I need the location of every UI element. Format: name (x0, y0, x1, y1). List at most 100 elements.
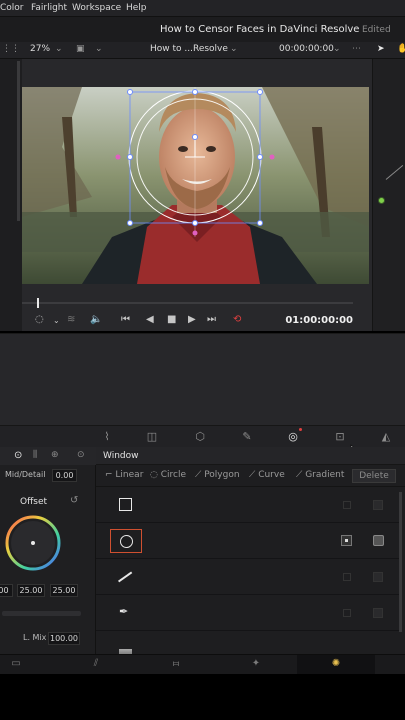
curve-button[interactable]: ⟋ Curve (249, 470, 285, 480)
circle-invert-toggle[interactable] (341, 535, 352, 546)
primaries-bars-icon[interactable]: ⫼ (33, 450, 37, 460)
clip-chevron-icon[interactable]: ⌄ (230, 44, 238, 54)
fusion-page-icon[interactable]: ✦ (248, 658, 264, 672)
offset-master-slider[interactable] (2, 611, 81, 616)
viewer-mode-icon[interactable]: ▣ (76, 44, 85, 54)
hand-tool-icon[interactable]: ✋ (397, 44, 405, 54)
circle-window-button[interactable] (110, 529, 142, 553)
circle-icon (120, 535, 133, 548)
timecode-chevron-icon[interactable]: ⌄ (333, 44, 341, 54)
pen-invert-toggle[interactable] (343, 609, 351, 617)
polygon-button[interactable]: ⟋ Polygon (195, 470, 240, 480)
node-output-dot[interactable] (378, 197, 385, 204)
line-mask-toggle[interactable] (373, 572, 383, 582)
window-row-gradient[interactable] (96, 631, 399, 657)
color-page-icon: ✺ (331, 658, 341, 669)
layers-icon[interactable]: ≋ (67, 314, 75, 325)
reset-wheel-icon[interactable]: ↺ (70, 495, 78, 506)
lum-mix-label: L. Mix (23, 633, 47, 642)
window-types-toolbar: ⌐ Linear ◌ Circle ⟋ Polygon ⟋ Curve ⟋ Gr… (96, 465, 405, 487)
circle-button[interactable]: ◌ Circle (150, 470, 186, 480)
curve-icon: ⟋ (249, 470, 256, 480)
transport-controls: ◌ ⌄ ≋ 🔈 ⏮ ◀ ■ ▶ ⏭ ⟲ 01:00:00:00 (22, 312, 369, 332)
mid-detail-field[interactable]: 0.00 (52, 469, 77, 482)
scrub-track[interactable] (22, 302, 353, 304)
window-invert-toggle[interactable] (343, 501, 351, 509)
window-row-circle[interactable] (96, 523, 399, 559)
playhead[interactable] (37, 298, 39, 308)
log-wheels-icon[interactable]: ⊕ (51, 450, 59, 460)
node-link-line (385, 164, 404, 180)
menu-help[interactable]: Help (126, 3, 147, 13)
offset-color-wheel[interactable] (5, 515, 61, 571)
skip-start-icon[interactable]: ⏮ (121, 314, 130, 325)
window-row-pen[interactable]: ✒ (96, 595, 399, 631)
clip-name[interactable]: How to ...Resolve (150, 44, 228, 54)
edit-page-icon[interactable]: ⧦ (168, 658, 184, 672)
empty-panel-area (0, 333, 405, 425)
viewer-options-icon[interactable]: ◌ (35, 314, 44, 325)
line-window-button[interactable] (110, 565, 142, 589)
primaries-wheels-icon[interactable]: ⊙ (14, 450, 22, 461)
window-mask-toggle[interactable] (373, 500, 383, 510)
options-icon[interactable]: ⋯ (352, 44, 361, 54)
menu-bar: Color Fairlight Workspace Help (0, 0, 405, 17)
scrub-bar[interactable] (22, 292, 369, 312)
pointer-tool-icon[interactable]: ➤ (377, 44, 385, 54)
window-row-square[interactable] (96, 487, 399, 523)
header-timecode[interactable]: 00:00:00:00 (279, 44, 334, 54)
zoom-select[interactable]: 27% (30, 44, 50, 54)
mid-detail-label: Mid/Detail (5, 470, 46, 479)
gradient-type-icon: ⟋ (296, 470, 303, 480)
gradient-button[interactable]: ⟋ Gradient (296, 470, 344, 480)
loop-icon[interactable]: ⟲ (233, 314, 241, 325)
delete-button[interactable]: Delete (352, 469, 396, 483)
color-page-tab[interactable]: ✺ (297, 655, 375, 675)
window-palette-icon[interactable]: ◎ (286, 430, 300, 444)
qualifier-icon[interactable]: ⬡ (193, 430, 207, 444)
linear-icon: ⌐ (105, 470, 113, 480)
square-icon (119, 498, 132, 511)
window-list-scrollbar[interactable] (399, 492, 402, 632)
pen-mask-toggle[interactable] (373, 608, 383, 618)
offset-green-field[interactable]: 25.00 (17, 584, 45, 597)
offset-red-field[interactable]: 00 (0, 584, 13, 597)
viewer-options-chevron-icon[interactable]: ⌄ (53, 316, 60, 325)
menu-fairlight[interactable]: Fairlight (31, 3, 67, 13)
volume-icon[interactable]: 🔈 (90, 314, 102, 325)
linear-button[interactable]: ⌐ Linear (105, 470, 143, 480)
palette-toolbar: ⌇ ◫ ⬡ ✎ ◎ ⊡ ◭ (0, 425, 405, 463)
cut-page-icon[interactable]: ⫽ (88, 658, 104, 672)
node-graph-panel[interactable] (372, 59, 405, 331)
stop-icon[interactable]: ■ (167, 314, 176, 325)
magic-mask-icon[interactable]: ◭ (379, 430, 393, 444)
video-frame[interactable] (22, 87, 369, 284)
media-page-icon[interactable]: ▭ (8, 658, 24, 672)
play-icon[interactable]: ▶ (188, 314, 196, 325)
eyedropper-icon[interactable]: ✎ (240, 430, 254, 444)
skip-end-icon[interactable]: ⏭ (207, 314, 216, 325)
menu-workspace[interactable]: Workspace (72, 3, 121, 13)
grip-icon: ⋮⋮ (2, 44, 20, 54)
hdr-icon[interactable]: ⊙ (77, 450, 85, 460)
zoom-chevron-icon[interactable]: ⌄ (55, 44, 63, 54)
window-row-line[interactable] (96, 559, 399, 595)
mode-chevron-icon[interactable]: ⌄ (95, 44, 103, 54)
circle-type-icon: ◌ (150, 470, 158, 480)
window-panel-header: Window (96, 447, 405, 465)
pen-window-button[interactable]: ✒ (110, 601, 142, 625)
viewer-scrollbar[interactable] (17, 61, 20, 221)
curves-icon[interactable]: ⌇ (100, 430, 114, 444)
color-warper-icon[interactable]: ◫ (145, 430, 159, 444)
menu-color[interactable]: Color (0, 3, 24, 13)
tracker-icon[interactable]: ⊡ (333, 430, 347, 444)
project-title: How to Censor Faces in DaVinci Resolve (160, 24, 360, 35)
circle-mask-toggle[interactable] (373, 535, 384, 546)
play-reverse-icon[interactable]: ◀ (146, 314, 154, 325)
line-invert-toggle[interactable] (343, 573, 351, 581)
offset-label: Offset (20, 497, 48, 507)
square-window-button[interactable] (110, 493, 142, 517)
timecode-display: 01:00:00:00 (285, 315, 353, 326)
lum-mix-field[interactable]: 100.00 (48, 632, 80, 645)
offset-blue-field[interactable]: 25.00 (50, 584, 78, 597)
